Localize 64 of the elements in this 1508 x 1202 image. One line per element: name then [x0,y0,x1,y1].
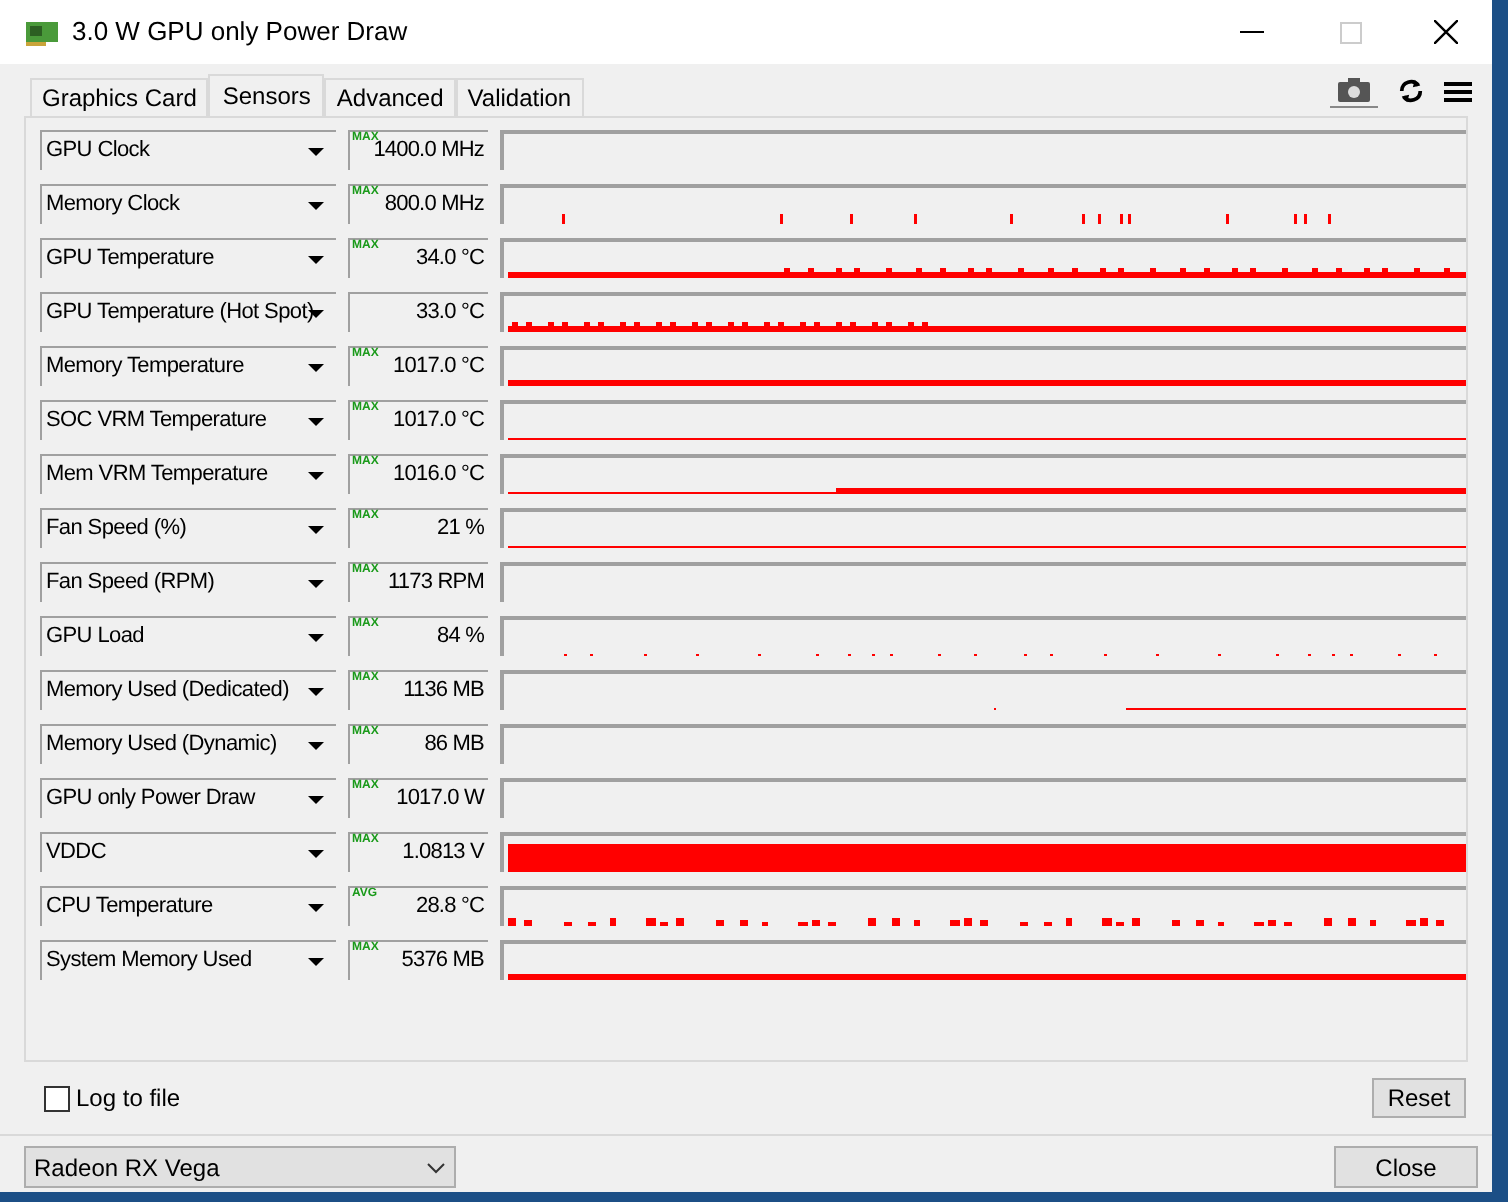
graphics-card-icon [24,18,60,46]
sensor-value: 5376 MB [401,946,484,977]
caret-icon [308,148,324,156]
caret-icon [308,742,324,750]
sensor-dropdown[interactable]: Memory Temperature [40,346,336,386]
caret-icon [308,472,324,480]
sensor-value: 86 MB [424,730,484,761]
sensor-value: 1136 MB [403,676,484,707]
device-dropdown[interactable]: Radeon RX Vega [24,1146,456,1188]
tab[interactable]: Advanced [324,78,456,116]
minimize-icon[interactable] [1240,30,1264,34]
sensor-dropdown[interactable]: Memory Clock [40,184,336,224]
tab[interactable]: Validation [455,78,584,116]
sensor-dropdown[interactable]: SOC VRM Temperature [40,400,336,440]
sensor-value: 1017.0 °C [393,406,484,437]
sensor-dropdown[interactable]: Fan Speed (RPM) [40,562,336,602]
sensor-value: 34.0 °C [415,244,484,275]
window-title: 3.0 W GPU only Power Draw [72,14,408,51]
sensor-dropdown[interactable]: VDDC [40,832,336,872]
reset-button[interactable]: Reset [1372,1078,1466,1118]
sensor-value: 1017.0 W [396,784,484,815]
sensor-dropdown[interactable]: Fan Speed (%) [40,508,336,548]
sensor-dropdown[interactable]: CPU Temperature [40,886,336,926]
refresh-icon[interactable] [1398,78,1424,104]
checkbox-label: Log to file [76,1082,181,1116]
sensor-dropdown[interactable]: GPU Temperature (Hot Spot) [40,292,336,332]
menu-icon[interactable] [1444,79,1472,103]
caret-icon [308,526,324,534]
caret-icon [426,1161,446,1173]
caret-icon [308,634,324,642]
sensor-dropdown[interactable]: Memory Used (Dynamic) [40,724,336,764]
sensor-value: 1017.0 °C [393,352,484,383]
sensor-dropdown[interactable]: GPU Temperature [40,238,336,278]
sensor-value: 1.0813 V [402,838,484,869]
sensor-dropdown[interactable]: Memory Used (Dedicated) [40,670,336,710]
sensor-value: 28.8 °C [415,892,484,923]
tab[interactable]: Graphics Card [30,78,209,116]
sensor-value: 33.0 °C [415,298,484,329]
caret-icon [308,202,324,210]
sensor-dropdown[interactable]: GPU only Power Draw [40,778,336,818]
sensor-value: 1173 RPM [388,568,484,599]
caret-icon [308,850,324,858]
sensor-value: 84 % [437,622,484,653]
sensor-value: 1400.0 MHz [373,138,484,167]
tab[interactable]: Sensors [208,74,325,116]
screenshot-button[interactable] [1330,74,1378,108]
sensor-value: 800.0 MHz [384,190,484,221]
caret-icon [308,958,324,966]
sensor-value: 1016.0 °C [393,460,484,491]
caret-icon [308,688,324,696]
close-button[interactable]: Close [1334,1146,1478,1188]
sensor-dropdown[interactable]: Mem VRM Temperature [40,454,336,494]
close-icon[interactable] [1434,20,1458,44]
sensor-value: 21 % [437,514,484,545]
caret-icon [308,580,324,588]
caret-icon [308,904,324,912]
sensor-dropdown[interactable]: System Memory Used [40,940,336,980]
caret-icon [308,364,324,372]
sensor-dropdown[interactable]: GPU Load [40,616,336,656]
sensor-dropdown[interactable]: GPU Clock [40,130,336,170]
caret-icon [308,796,324,804]
caret-icon [308,256,324,264]
caret-icon [308,418,324,426]
checkbox[interactable] [44,1085,70,1111]
